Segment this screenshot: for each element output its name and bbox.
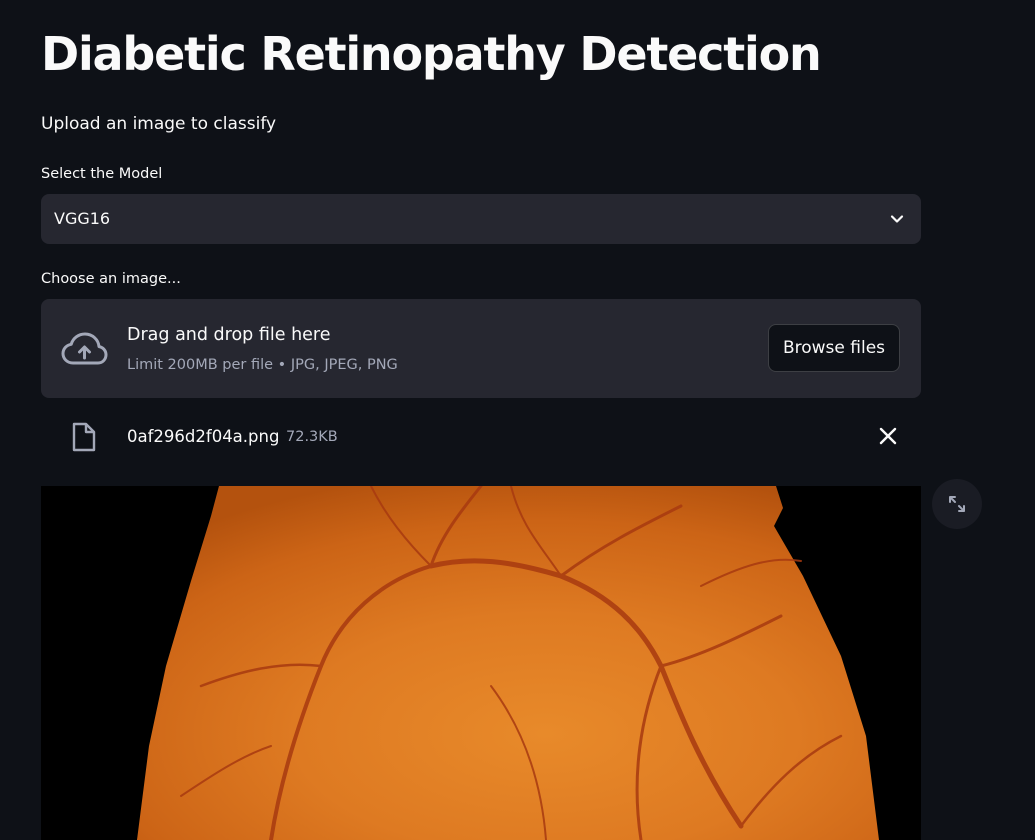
file-icon — [72, 422, 96, 452]
fullscreen-button[interactable] — [932, 479, 982, 529]
file-uploader-label: Choose an image... — [41, 271, 181, 287]
cloud-upload-icon — [61, 332, 108, 365]
model-select-value: VGG16 — [54, 209, 111, 228]
model-select-label: Select the Model — [41, 166, 163, 182]
close-icon[interactable] — [877, 425, 899, 447]
fullscreen-icon — [949, 496, 965, 512]
uploaded-file-row: 0af296d2f04a.png 72.3KB — [41, 412, 921, 462]
dropzone-limit-text: Limit 200MB per file • JPG, JPEG, PNG — [127, 357, 398, 373]
uploaded-file-name: 0af296d2f04a.png — [127, 427, 280, 446]
page-subtitle: Upload an image to classify — [41, 114, 277, 134]
retina-fundus-image — [41, 486, 921, 840]
page-title: Diabetic Retinopathy Detection — [41, 27, 822, 81]
chevron-down-icon — [890, 215, 904, 223]
retina-image — [41, 486, 921, 840]
dropzone-title: Drag and drop file here — [127, 325, 331, 345]
model-select[interactable]: VGG16 — [41, 194, 921, 244]
file-dropzone[interactable]: Drag and drop file here Limit 200MB per … — [41, 299, 921, 398]
uploaded-file-size: 72.3KB — [286, 429, 338, 445]
browse-files-button[interactable]: Browse files — [768, 324, 900, 372]
